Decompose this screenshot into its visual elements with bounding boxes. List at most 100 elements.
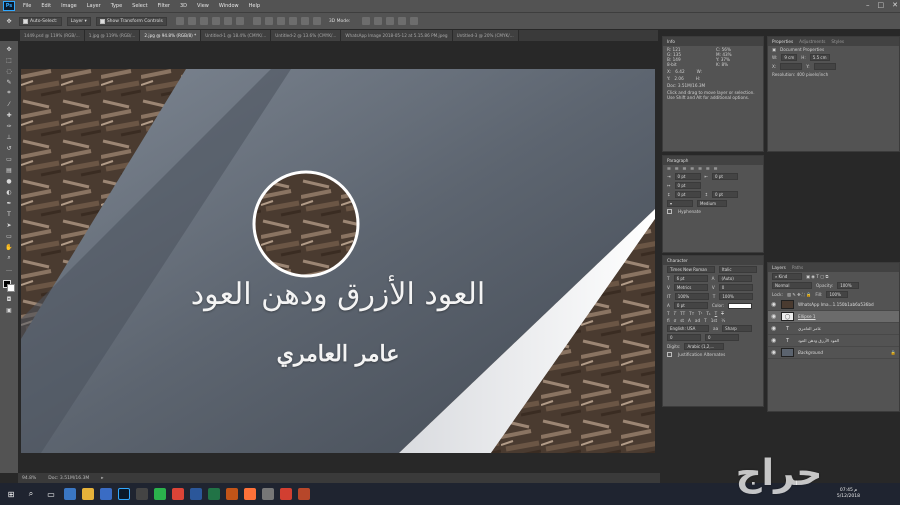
tab-adjustments[interactable]: Adjustments xyxy=(799,39,825,44)
vertical-scale-field[interactable]: 100% xyxy=(674,293,709,300)
font-size-field[interactable]: 6 pt xyxy=(673,275,708,282)
screen-mode-icon[interactable]: ▣ xyxy=(4,306,14,314)
menu-view[interactable]: View xyxy=(192,3,214,9)
kerning-field[interactable]: Metrics xyxy=(673,284,708,291)
healing-icon[interactable]: ✚ xyxy=(4,111,14,119)
menu-filter[interactable]: Filter xyxy=(153,3,175,9)
app-icon[interactable] xyxy=(280,488,292,500)
layer-row[interactable]: ◉ T عامر العامري xyxy=(768,323,899,335)
explorer-icon[interactable] xyxy=(82,488,94,500)
tab-properties[interactable]: Properties xyxy=(772,39,793,44)
filter-icons[interactable]: ▣ ◉ T ▢ ⧉ xyxy=(806,274,828,279)
width-field[interactable]: 9 cm xyxy=(781,54,798,61)
tracking-field[interactable]: 0 xyxy=(718,284,753,291)
layer-select[interactable]: Layer ▾ xyxy=(66,16,91,26)
doc-tab-active[interactable]: 2.jpg @ 94.8% (RGB/8) * xyxy=(140,30,202,41)
history-brush-icon[interactable]: ↺ xyxy=(4,144,14,152)
justification-select[interactable]: Medium xyxy=(697,200,727,207)
move-tool-icon[interactable]: ✥ xyxy=(4,17,14,25)
lasso-icon[interactable]: ◌ xyxy=(4,67,14,75)
align-buttons[interactable]: ☰ ☰ ☰ ☰ ☰ ☰ ☰ xyxy=(663,165,763,172)
maximize-icon[interactable]: □ xyxy=(878,1,885,9)
word-icon[interactable] xyxy=(190,488,202,500)
antialias-select[interactable]: Sharp xyxy=(722,325,753,332)
space-before-field[interactable]: 0 pt xyxy=(674,191,701,198)
tab-paths[interactable]: Paths xyxy=(792,265,803,270)
x-field[interactable] xyxy=(780,63,803,70)
blend-mode-select[interactable]: Normal xyxy=(772,282,812,289)
indent-right-field[interactable]: 0 pt xyxy=(712,173,739,180)
menu-image[interactable]: Image xyxy=(56,3,82,9)
status-arrow-icon[interactable]: ▸ xyxy=(101,476,103,481)
doc-tab[interactable]: 1449.psd @ 119% (RGB/... xyxy=(20,30,85,41)
indent-left-field[interactable]: 0 pt xyxy=(674,173,701,180)
pen-icon[interactable]: ✒ xyxy=(4,199,14,207)
language-select[interactable]: English: USA xyxy=(667,325,709,332)
doc-tab[interactable]: WhatsApp Image 2018-05-12 at 5.15.86 PM.… xyxy=(341,30,453,41)
fill-field[interactable]: 100% xyxy=(826,291,849,298)
quick-select-icon[interactable]: ✎ xyxy=(4,78,14,86)
auto-select-checkbox[interactable]: Auto-Select: xyxy=(19,16,62,26)
hyphenate-checkbox[interactable]: Hyphenate xyxy=(663,208,763,215)
info-tab[interactable]: Info xyxy=(667,39,675,44)
search-icon[interactable]: ⌕ xyxy=(24,487,38,501)
visibility-eye-icon[interactable]: ◉ xyxy=(771,337,777,344)
visibility-eye-icon[interactable]: ◉ xyxy=(771,325,777,332)
layer-row-selected[interactable]: ◉ ◯ Ellipse 1 xyxy=(768,311,899,323)
document-canvas[interactable]: العود الأزرق ودهن العود عامر العامري xyxy=(21,69,655,453)
more-tools-icon[interactable]: … xyxy=(4,265,14,273)
layer-row[interactable]: ◉ Background 🔒 xyxy=(768,347,899,359)
quick-mask-icon[interactable]: ◘ xyxy=(4,295,14,303)
transform-controls-checkbox[interactable]: Show Transform Controls xyxy=(95,16,167,26)
excel-icon[interactable] xyxy=(208,488,220,500)
tab-styles[interactable]: Styles xyxy=(831,39,844,44)
eraser-icon[interactable]: ▭ xyxy=(4,155,14,163)
color-swatches[interactable] xyxy=(3,280,15,292)
chrome-icon[interactable] xyxy=(172,488,184,500)
firefox-icon[interactable] xyxy=(244,488,256,500)
character-tab[interactable]: Character xyxy=(667,258,688,263)
eyedropper-icon[interactable]: ⁄ xyxy=(4,100,14,108)
text-color-swatch[interactable] xyxy=(728,302,753,309)
type-icon[interactable]: T xyxy=(4,210,14,218)
baseline-field[interactable]: 0 pt xyxy=(673,302,708,309)
marquee-icon[interactable]: ⬚ xyxy=(4,56,14,64)
justification-alternates[interactable]: Justification Alternates xyxy=(663,351,763,358)
store-icon[interactable] xyxy=(100,488,112,500)
opacity-field[interactable]: 100% xyxy=(837,282,860,289)
align-icons[interactable] xyxy=(175,17,244,25)
windows-start-icon[interactable]: ⊞ xyxy=(4,487,18,501)
menu-select[interactable]: Select xyxy=(127,3,152,9)
font-style-select[interactable]: Italic xyxy=(719,266,757,273)
leading-field[interactable]: (Auto) xyxy=(718,275,753,282)
edge-icon[interactable] xyxy=(64,488,76,500)
zoom-icon[interactable]: ⌕ xyxy=(4,254,14,262)
illustrator-icon[interactable] xyxy=(298,488,310,500)
menu-3d[interactable]: 3D xyxy=(175,3,192,9)
opentype-buttons[interactable]: fi ơ st Aad T 1st ½ xyxy=(663,317,763,324)
stamp-icon[interactable]: ⊥ xyxy=(4,133,14,141)
doc-tab[interactable]: Untitled-3 @ 20% (CMYK/... xyxy=(452,30,519,41)
type-style-buttons[interactable]: T T TT Tт T¹ T₁ T T xyxy=(663,310,763,317)
space-after-field[interactable]: 0 pt xyxy=(712,191,739,198)
layer-filter-select[interactable]: ⌕ Kind xyxy=(772,273,802,280)
zoom-level[interactable]: 94.8% xyxy=(22,476,36,481)
dodge-icon[interactable]: ◐ xyxy=(4,188,14,196)
crop-icon[interactable]: ⌗ xyxy=(4,89,14,97)
layer-row[interactable]: ◉ WhatsApp Ima...1.150b1ab6a536bd xyxy=(768,299,899,311)
gradient-icon[interactable]: ▤ xyxy=(4,166,14,174)
tab-layers[interactable]: Layers xyxy=(772,265,786,270)
height-field[interactable]: 5.5 cm xyxy=(809,54,830,61)
menu-file[interactable]: File xyxy=(18,3,36,9)
doc-tab[interactable]: Untitled-1 @ 18.4% (CMYK/... xyxy=(201,30,272,41)
powerpoint-icon[interactable] xyxy=(226,488,238,500)
move-icon[interactable]: ✥ xyxy=(4,45,14,53)
visibility-eye-icon[interactable]: ◉ xyxy=(771,301,777,308)
shape-icon[interactable]: ▭ xyxy=(4,232,14,240)
distribute-icons[interactable] xyxy=(252,17,321,25)
doc-tab[interactable]: Untitled-2 @ 13.6% (CMYK/... xyxy=(271,30,342,41)
photoshop-taskbar-icon[interactable] xyxy=(118,488,130,500)
background-color[interactable] xyxy=(7,284,15,292)
app-icon[interactable] xyxy=(154,488,166,500)
calculator-icon[interactable] xyxy=(262,488,274,500)
